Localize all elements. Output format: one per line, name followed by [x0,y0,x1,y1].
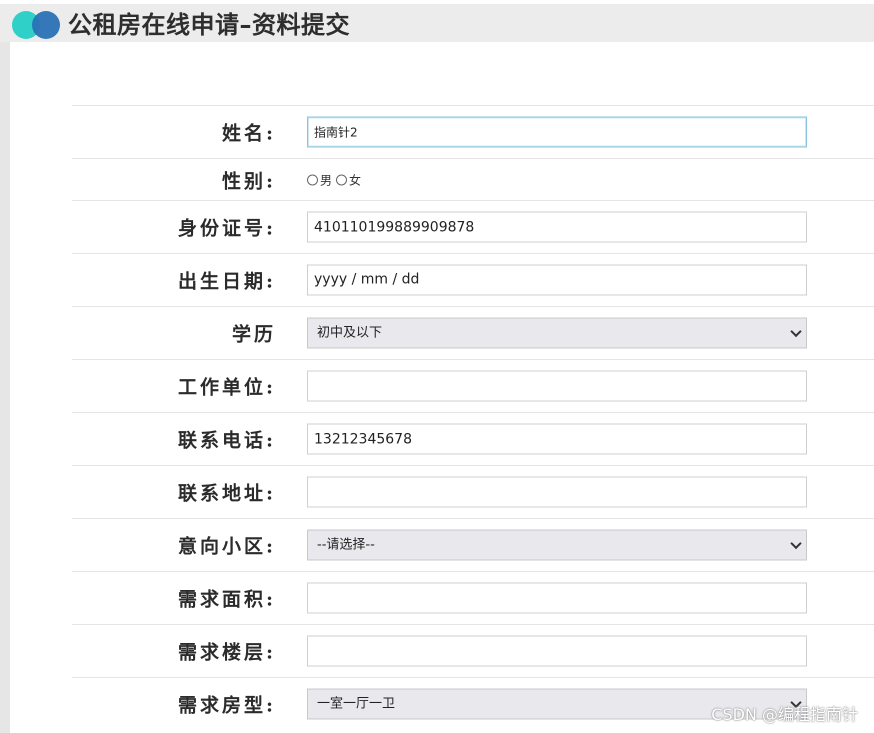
form-row-floor: 需求楼层: [72,624,874,677]
area-label: 需求面积: [177,588,276,611]
form-row-community: 意向小区: --请选择-- [72,518,874,571]
name-label: 姓名: [221,122,276,145]
area-input[interactable] [307,582,807,614]
page-title: 公租房在线申请–资料提交 [68,11,350,39]
gender-option-female[interactable]: 女 [336,171,361,188]
gender-female-label: 女 [349,173,362,187]
logo-dot-blue [32,11,60,39]
address-input[interactable] [307,476,807,508]
birth-date-input[interactable]: yyyy / mm / dd [307,264,807,296]
form-row-gender: 性别: 男 女 [72,158,874,200]
gender-option-male[interactable]: 男 [307,171,332,188]
watermark: CSDN @编程指南针 [711,705,858,724]
header-bar: 公租房在线申请–资料提交 [0,0,874,42]
community-label: 意向小区: [177,535,276,558]
chevron-down-icon [790,537,802,550]
room-type-selected: 一室一厅一卫 [317,696,396,712]
employer-label: 工作单位: [177,376,276,399]
education-label: 学历 [231,323,276,346]
id-number-label: 身份证号: [177,217,276,240]
education-select[interactable]: 初中及以下 [307,317,807,349]
form-row-area: 需求面积: [72,571,874,624]
education-selected: 初中及以下 [317,325,383,341]
employer-input[interactable] [307,370,807,402]
chevron-down-icon [790,325,802,338]
form-row-name: 姓名: [72,105,874,158]
gender-radio-group: 男 女 [307,171,365,188]
form-row-phone: 联系电话: [72,412,874,465]
form-row-id-number: 身份证号: [72,200,874,253]
address-label: 联系地址: [177,482,276,505]
floor-input[interactable] [307,635,807,667]
gender-male-label: 男 [320,173,333,187]
phone-input[interactable] [307,423,807,455]
gender-label: 性别: [221,170,276,192]
radio-male[interactable] [307,174,318,185]
radio-female[interactable] [336,174,348,185]
application-form: 姓名: 性别: 男 女 身份证号: 出生日期: yyyy / mm / dd 学… [72,105,874,730]
birth-date-label: 出生日期: [177,270,276,293]
left-sidebar-strip [0,42,10,733]
room-type-label: 需求房型: [177,694,276,717]
form-row-education: 学历 初中及以下 [72,306,874,359]
form-row-address: 联系地址: [72,465,874,518]
form-row-birth-date: 出生日期: yyyy / mm / dd [72,253,874,306]
community-selected: --请选择-- [317,537,375,553]
name-input[interactable] [307,116,807,148]
phone-label: 联系电话: [177,429,276,452]
id-number-input[interactable] [307,211,807,243]
floor-label: 需求楼层: [177,641,276,664]
logo-icon [12,11,62,39]
form-row-employer: 工作单位: [72,359,874,412]
community-select[interactable]: --请选择-- [307,529,807,561]
